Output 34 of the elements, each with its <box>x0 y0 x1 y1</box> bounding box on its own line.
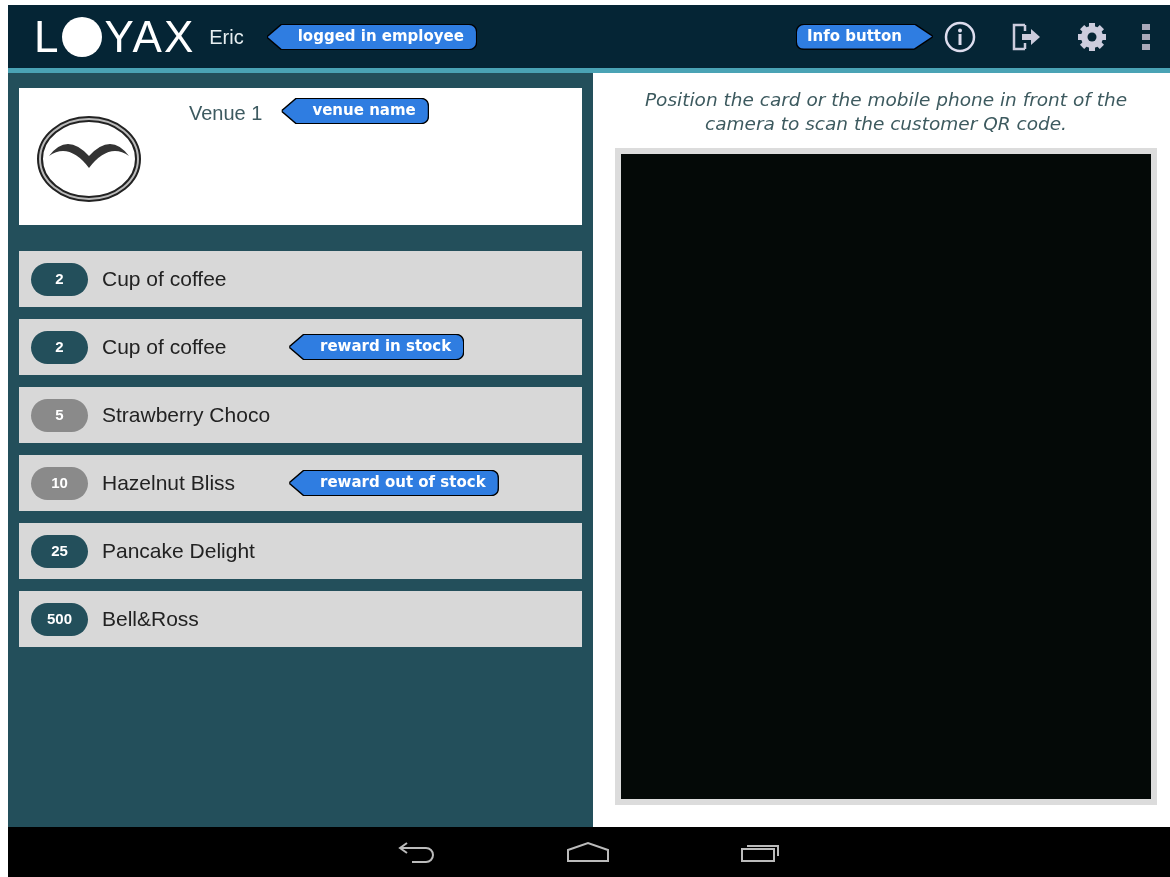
reward-name: Pancake Delight <box>102 538 256 565</box>
info-icon[interactable] <box>944 20 976 53</box>
more-icon[interactable] <box>1142 23 1150 50</box>
back-icon[interactable] <box>398 841 436 863</box>
annotation-label: reward out of stock <box>290 471 498 495</box>
annotation-label: Info button <box>796 24 932 49</box>
points-pill: 25 <box>31 534 88 568</box>
reward-row[interactable]: 2 Cup of coffee reward in stock <box>19 319 582 375</box>
settings-icon[interactable] <box>1076 20 1108 53</box>
points-pill: 2 <box>31 262 88 296</box>
points-pill: 2 <box>31 330 88 364</box>
reward-row[interactable]: 5 Strawberry Choco <box>19 387 582 443</box>
employee-name: Eric <box>209 24 244 50</box>
reward-name: Strawberry Choco <box>102 402 272 429</box>
logo-text: L <box>34 14 61 59</box>
reward-name: Hazelnut Bliss <box>102 470 237 497</box>
points-pill: 500 <box>31 602 88 636</box>
reward-row[interactable]: 500 Bell&Ross <box>19 591 582 647</box>
annotation-label: reward in stock <box>290 335 464 359</box>
venue-name: Venue 1 <box>189 101 263 126</box>
reward-name: Cup of coffee <box>102 266 228 293</box>
logo-text: YAX <box>104 14 196 59</box>
home-icon[interactable] <box>566 841 610 863</box>
annotation-label: venue name <box>282 99 428 123</box>
reward-name: Bell&Ross <box>102 606 200 633</box>
reward-row[interactable]: 2 Cup of coffee <box>19 251 582 307</box>
reward-row[interactable]: 25 Pancake Delight <box>19 523 582 579</box>
circle-logo-icon <box>62 16 103 57</box>
points-pill: 5 <box>31 398 88 432</box>
reward-name: Cup of coffee <box>102 334 228 361</box>
annotation-label: logged in employee <box>267 25 476 49</box>
points-pill: 10 <box>31 466 88 500</box>
scan-instruction: Position the card or the mobile phone in front of the camera to scan the customer QR code. <box>643 88 1129 137</box>
reward-row[interactable]: 10 Hazelnut Bliss reward out of stock <box>19 455 582 511</box>
